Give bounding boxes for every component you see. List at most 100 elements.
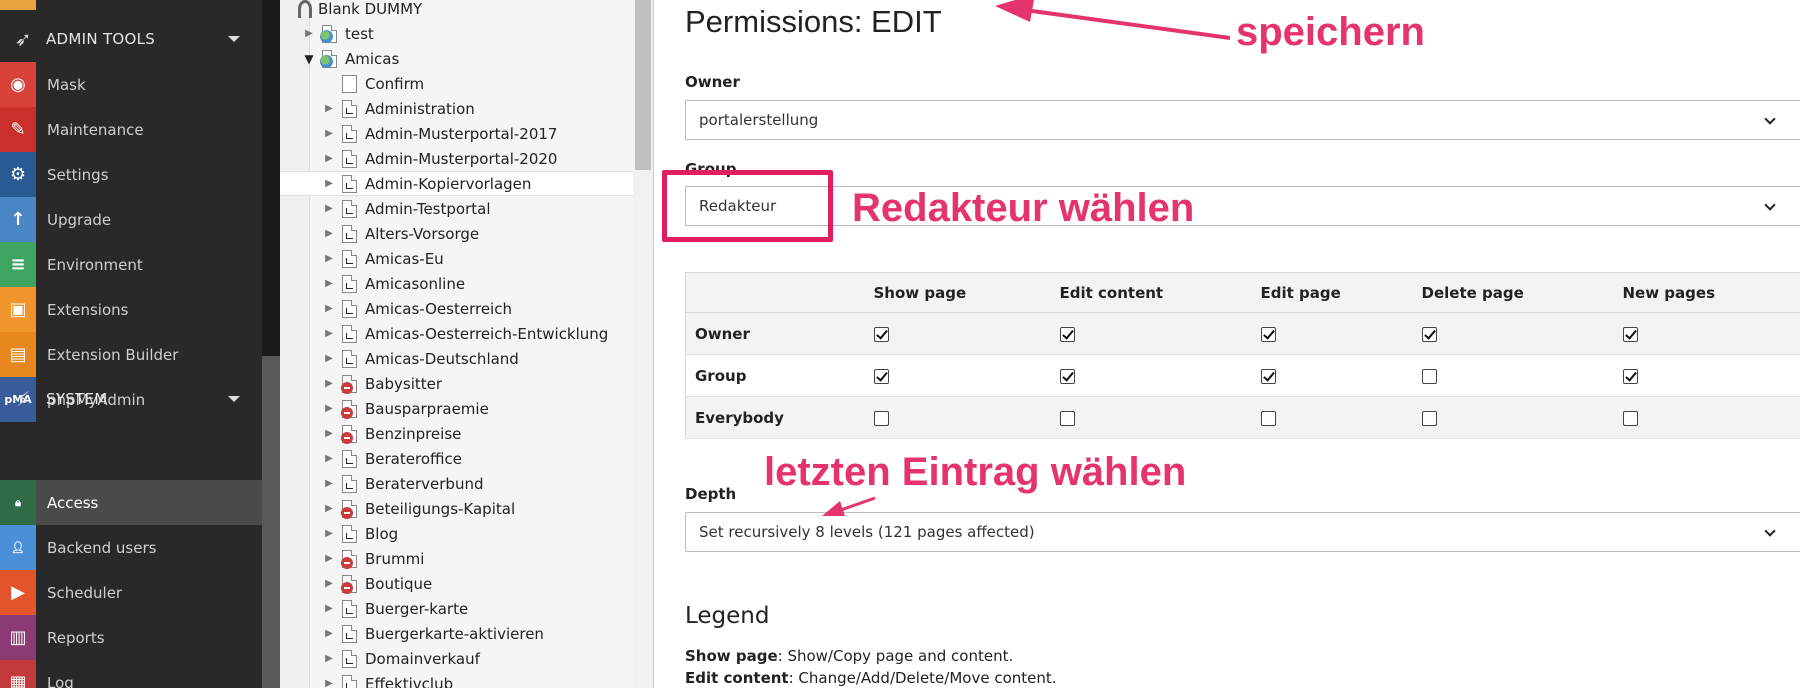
module-maintenance[interactable]: ✎ Maintenance — [0, 107, 262, 152]
checkbox-delete-page[interactable] — [1421, 368, 1437, 384]
module-mask[interactable]: ◉ Mask — [0, 62, 262, 107]
tree-node[interactable]: ▶ Babysitter — [322, 371, 442, 396]
caret-right-icon[interactable]: ▶ — [322, 327, 336, 341]
tree-node[interactable]: ▶ Domainverkauf — [322, 646, 480, 671]
caret-right-icon[interactable]: ▶ — [322, 577, 336, 591]
caret-right-icon[interactable]: ▶ — [322, 102, 336, 116]
tree-root[interactable]: Blank DUMMY — [298, 0, 422, 21]
caret-right-icon[interactable]: ▶ — [322, 602, 336, 616]
caret-right-icon[interactable]: ▶ — [322, 652, 336, 666]
page-shortcut-icon — [342, 674, 357, 688]
module-reports[interactable]: ▥ Reports — [0, 615, 262, 660]
log-icon: ▦ — [0, 660, 36, 688]
module-access[interactable]: 🔒︎ Access — [0, 480, 262, 525]
tree-node[interactable]: ▶ Beteiligungs-Kapital — [322, 496, 515, 521]
checkbox-edit-content[interactable] — [1059, 368, 1075, 384]
tree-node[interactable]: ▶ Buerger-karte — [322, 596, 468, 621]
tree-node[interactable]: ▶ Amicas-Oesterreich — [322, 296, 512, 321]
tree-node[interactable]: ▶ test — [302, 21, 374, 46]
caret-right-icon[interactable]: ▶ — [322, 152, 336, 166]
tree-node[interactable]: ▶ Amicas-Oesterreich-Entwicklung — [322, 321, 608, 346]
tree-node[interactable]: ▶ Amicas-Eu — [322, 246, 444, 271]
checkbox-delete-page[interactable] — [1421, 410, 1437, 426]
tree-node[interactable]: ▶Confirm — [322, 71, 424, 96]
checkbox-new-pages[interactable] — [1622, 410, 1638, 426]
caret-right-icon[interactable]: ▶ — [322, 352, 336, 366]
tree-scrollbar[interactable] — [633, 0, 653, 688]
caret-right-icon[interactable]: ▶ — [322, 427, 336, 441]
depth-select[interactable]: Set recursively 8 levels (121 pages affe… — [685, 512, 1800, 552]
module-scheduler[interactable]: ▶ Scheduler — [0, 570, 262, 615]
caret-right-icon[interactable]: ▶ — [322, 402, 336, 416]
caret-down-icon[interactable]: ▼ — [302, 52, 316, 66]
checkbox-show-page[interactable] — [873, 368, 889, 384]
tree-node[interactable]: ▶ Amicasonline — [322, 271, 465, 296]
tree-node[interactable]: ▶ Beraterverbund — [322, 471, 483, 496]
group-admin-tools[interactable]: ➶ ADMIN TOOLS — [0, 16, 262, 62]
tree-node[interactable]: ▶ Admin-Testportal — [322, 196, 491, 221]
caret-right-icon[interactable]: ▶ — [322, 677, 336, 688]
checkbox-new-pages[interactable] — [1622, 368, 1638, 384]
module-menu: ➶ ADMIN TOOLS ◉ Mask ✎ Maintenance ⚙ Settings… — [0, 0, 280, 688]
module-extension-builder[interactable]: ▤ Extension Builder — [0, 332, 262, 377]
group-system[interactable]: ⚡ SYSTEM — [0, 376, 262, 422]
caret-right-icon[interactable]: ▶ — [322, 302, 336, 316]
checkbox-edit-page[interactable] — [1260, 410, 1276, 426]
tree-node[interactable]: ▶ Effektivclub — [322, 671, 453, 688]
permissions-table: Show page Edit content Edit page Delete … — [685, 272, 1800, 439]
module-upgrade[interactable]: ↑ Upgrade — [0, 197, 262, 242]
tree-node[interactable]: ▶ Admin-Musterportal-2017 — [322, 121, 557, 146]
caret-right-icon[interactable]: ▶ — [322, 627, 336, 641]
tree-node[interactable]: ▼ Amicas — [302, 46, 399, 71]
caret-right-icon[interactable]: ▶ — [322, 227, 336, 241]
module-menu-scrollbar[interactable] — [262, 0, 280, 688]
checkbox-edit-content[interactable] — [1059, 326, 1075, 342]
caret-right-icon[interactable]: ▶ — [322, 202, 336, 216]
chevron-down-icon — [1764, 199, 1776, 211]
caret-right-icon[interactable]: ▶ — [322, 477, 336, 491]
checkbox-edit-page[interactable] — [1260, 368, 1276, 384]
page-shortcut-icon — [342, 224, 357, 243]
module-extensions[interactable]: ▣ Extensions — [0, 287, 262, 332]
tree-node[interactable]: ▶ Blog — [322, 521, 398, 546]
module-backend-users[interactable]: 👤︎ Backend users — [0, 525, 262, 570]
tree-node[interactable]: ▶ Berateroffice — [322, 446, 462, 471]
module-menu-top-strip — [0, 0, 262, 10]
checkbox-edit-content[interactable] — [1059, 410, 1075, 426]
module-label: Extension Builder — [47, 345, 179, 364]
caret-right-icon[interactable]: ▶ — [302, 27, 316, 41]
tree-node[interactable]: ▶ Benzinpreise — [322, 421, 461, 446]
module-log[interactable]: ▦ Log — [0, 660, 262, 688]
tree-node-label: Buergerkarte-aktivieren — [365, 624, 544, 643]
tree-node[interactable]: ▶ Buergerkarte-aktivieren — [322, 621, 544, 646]
owner-select[interactable]: portalerstellung — [685, 100, 1800, 140]
tree-node[interactable]: ▶ Admin-Kopiervorlagen — [280, 171, 634, 196]
caret-right-icon[interactable]: ▶ — [322, 277, 336, 291]
gears-icon: ⚙ — [0, 152, 36, 197]
tree-node[interactable]: ▶ Bausparpraemie — [322, 396, 489, 421]
tree-node[interactable]: ▶ Brummi — [322, 546, 424, 571]
tree-node[interactable]: ▶ Administration — [322, 96, 475, 121]
caret-right-icon[interactable]: ▶ — [322, 127, 336, 141]
caret-right-icon[interactable]: ▶ — [322, 552, 336, 566]
checkbox-show-page[interactable] — [873, 326, 889, 342]
checkbox-delete-page[interactable] — [1421, 326, 1437, 342]
tree-node[interactable]: ▶ Admin-Musterportal-2020 — [322, 146, 557, 171]
checkbox-new-pages[interactable] — [1622, 326, 1638, 342]
tree-node-label: Admin-Testportal — [365, 199, 491, 218]
tree-node[interactable]: ▶ Amicas-Deutschland — [322, 346, 519, 371]
owner-select-value: portalerstellung — [699, 111, 819, 129]
tree-node[interactable]: ▶ Boutique — [322, 571, 432, 596]
module-environment[interactable]: ≡ Environment — [0, 242, 262, 287]
module-settings[interactable]: ⚙ Settings — [0, 152, 262, 197]
caret-right-icon[interactable]: ▶ — [322, 377, 336, 391]
caret-right-icon[interactable]: ▶ — [322, 252, 336, 266]
caret-right-icon[interactable]: ▶ — [322, 177, 336, 191]
checkbox-edit-page[interactable] — [1260, 326, 1276, 342]
tree-node[interactable]: ▶ Alters-Vorsorge — [322, 221, 479, 246]
caret-right-icon[interactable]: ▶ — [322, 502, 336, 516]
tree-node-label: Admin-Musterportal-2020 — [365, 149, 558, 168]
caret-right-icon[interactable]: ▶ — [322, 527, 336, 541]
caret-right-icon[interactable]: ▶ — [322, 452, 336, 466]
checkbox-show-page[interactable] — [873, 410, 889, 426]
